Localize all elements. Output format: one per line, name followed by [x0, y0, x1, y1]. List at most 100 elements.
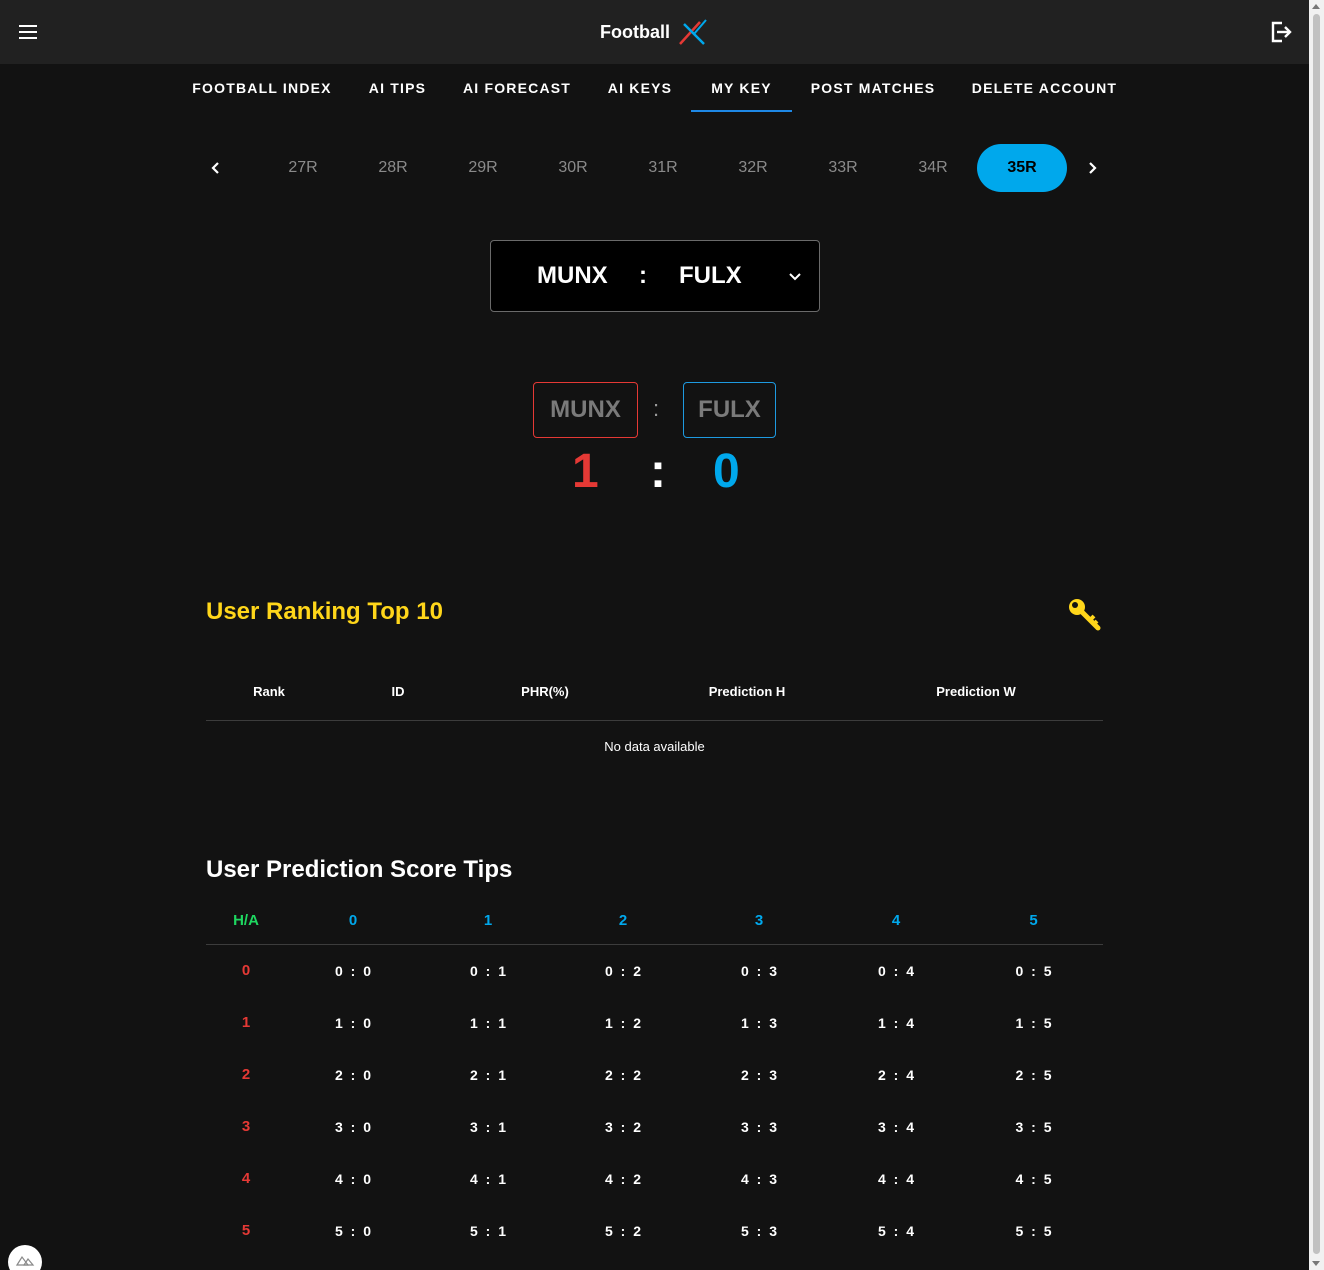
table-row: 5 5 : 05 : 15 : 25 : 35 : 45 : 5: [206, 1205, 1103, 1257]
score-tips-body: 00 : 00 : 10 : 20 : 30 : 40 : 511 : 01 :…: [206, 945, 1103, 1257]
score-tip-cell[interactable]: 5 : 4: [828, 1205, 966, 1257]
key-button[interactable]: [1066, 596, 1102, 632]
logout-button[interactable]: [1266, 18, 1294, 46]
away-team-box: FULX: [683, 382, 776, 438]
tips-away-goals-header: 5: [1029, 912, 1040, 929]
round-34r[interactable]: 34R: [888, 144, 978, 192]
score-tip-cell[interactable]: 3 : 3: [692, 1101, 828, 1153]
tips-away-goals-header: 3: [754, 912, 766, 929]
match-select[interactable]: MUNX : FULX: [490, 240, 820, 312]
score-tip-cell[interactable]: 0 : 3: [692, 945, 828, 997]
app-logo[interactable]: Football: [600, 18, 720, 48]
tips-title: User Prediction Score Tips: [206, 856, 513, 883]
score-tip-cell[interactable]: 5 : 1: [422, 1205, 556, 1257]
col-rank[interactable]: Rank: [206, 664, 332, 720]
score-tip-cell[interactable]: 5 : 0: [286, 1205, 422, 1257]
next-round-button[interactable]: [1080, 156, 1104, 180]
score-tip-cell[interactable]: 0 : 1: [422, 945, 556, 997]
score-tip-cell[interactable]: 3 : 0: [286, 1101, 422, 1153]
score-tip-cell[interactable]: 3 : 5: [966, 1101, 1103, 1153]
table-row: 2 2 : 02 : 12 : 22 : 32 : 42 : 5: [206, 1049, 1103, 1101]
round-selector: 27R 28R 29R 30R 31R 32R 33R 34R 35R: [0, 144, 1309, 192]
score-tip-cell[interactable]: 4 : 4: [828, 1153, 966, 1205]
round-30r[interactable]: 30R: [528, 144, 618, 192]
score-tip-cell[interactable]: 5 : 3: [692, 1205, 828, 1257]
score-tips-table: H/A 0 1 2 3 4 5 0 0 : 00 : 10 : 20 : 30 : 40 : …: [206, 897, 1103, 1257]
score-tip-cell[interactable]: 3 : 2: [556, 1101, 692, 1153]
col-id[interactable]: ID: [332, 664, 464, 720]
round-32r[interactable]: 32R: [708, 144, 798, 192]
score-tip-cell[interactable]: 2 : 4: [828, 1049, 966, 1101]
score-tip-cell[interactable]: 1 : 1: [422, 997, 556, 1049]
round-27r[interactable]: 27R: [258, 144, 348, 192]
score-tip-cell[interactable]: 5 : 5: [966, 1205, 1103, 1257]
tab-ai-tips[interactable]: AI TIPS: [350, 64, 445, 112]
score-tip-cell[interactable]: 2 : 5: [966, 1049, 1103, 1101]
score-tip-cell[interactable]: 4 : 1: [422, 1153, 556, 1205]
scroll-down-icon[interactable]: [1312, 1261, 1320, 1266]
tips-home-goals-header: 1: [241, 1014, 251, 1031]
score-tip-cell[interactable]: 2 : 3: [692, 1049, 828, 1101]
menu-button[interactable]: [14, 20, 42, 44]
hamburger-icon-line: [19, 37, 37, 39]
tab-my-key[interactable]: MY KEY: [691, 64, 792, 112]
score-tip-cell[interactable]: 1 : 2: [556, 997, 692, 1049]
tips-away-goals-header: 4: [891, 912, 903, 929]
round-28r[interactable]: 28R: [348, 144, 438, 192]
score-tip-cell[interactable]: 0 : 4: [828, 945, 966, 997]
tab-ai-keys[interactable]: AI KEYS: [589, 64, 691, 112]
chevron-down-icon: [789, 273, 801, 281]
tab-ai-forecast[interactable]: AI FORECAST: [445, 64, 589, 112]
round-35r[interactable]: 35R: [977, 144, 1067, 192]
score-tip-cell[interactable]: 0 : 0: [286, 945, 422, 997]
scroll-up-icon[interactable]: [1312, 4, 1320, 9]
hamburger-icon: [19, 25, 37, 27]
scrollbar-thumb[interactable]: [1313, 14, 1320, 1254]
match-select-away: FULX: [679, 262, 742, 289]
score-tip-cell[interactable]: 4 : 5: [966, 1153, 1103, 1205]
logout-icon: [1271, 21, 1292, 43]
score-tip-cell[interactable]: 1 : 0: [286, 997, 422, 1049]
tips-away-goals-header: 1: [483, 912, 495, 929]
col-phr[interactable]: PHR(%): [464, 664, 626, 720]
score-tip-cell[interactable]: 4 : 3: [692, 1153, 828, 1205]
col-prediction-w[interactable]: Prediction W: [868, 664, 1084, 720]
round-33r[interactable]: 33R: [798, 144, 888, 192]
team-separator: :: [653, 396, 660, 421]
page-scrollbar[interactable]: [1309, 0, 1324, 1270]
table-row: 3 3 : 03 : 13 : 23 : 33 : 43 : 5: [206, 1101, 1103, 1153]
tab-post-matches[interactable]: POST MATCHES: [792, 64, 954, 112]
key-icon: [1069, 599, 1101, 631]
score-tip-cell[interactable]: 0 : 2: [556, 945, 692, 997]
tab-football-index[interactable]: FOOTBALL INDEX: [174, 64, 350, 112]
score-tip-cell[interactable]: 2 : 2: [556, 1049, 692, 1101]
score-tip-cell[interactable]: 1 : 3: [692, 997, 828, 1049]
score-tip-cell[interactable]: 2 : 1: [422, 1049, 556, 1101]
tips-home-goals-header: 2: [241, 1066, 251, 1083]
score-tip-cell[interactable]: 4 : 0: [286, 1153, 422, 1205]
tab-delete-account[interactable]: DELETE ACCOUNT: [954, 64, 1135, 112]
tips-home-goals-header: 3: [241, 1118, 251, 1135]
match-select-separator: :: [639, 262, 647, 289]
score-tip-cell[interactable]: 3 : 1: [422, 1101, 556, 1153]
round-31r[interactable]: 31R: [618, 144, 708, 192]
round-29r[interactable]: 29R: [438, 144, 528, 192]
score-tip-cell[interactable]: 4 : 2: [556, 1153, 692, 1205]
col-prediction-h[interactable]: Prediction H: [626, 664, 868, 720]
score-tip-cell[interactable]: 3 : 4: [828, 1101, 966, 1153]
score-tip-cell[interactable]: 1 : 4: [828, 997, 966, 1049]
score-tip-cell[interactable]: 1 : 5: [966, 997, 1103, 1049]
score-tip-cell[interactable]: 0 : 5: [966, 945, 1103, 997]
logo-x-icon: [679, 19, 707, 45]
score-tip-cell[interactable]: 2 : 0: [286, 1049, 422, 1101]
ranking-title: User Ranking Top 10: [206, 598, 443, 625]
prev-round-button[interactable]: [204, 156, 228, 180]
tips-corner-label: H/A: [233, 912, 259, 929]
page: Football FOOTBALL INDEX AI TIPS AI FOREC…: [0, 0, 1309, 1270]
score-tip-cell[interactable]: 5 : 2: [556, 1205, 692, 1257]
dev-tools-badge[interactable]: [8, 1245, 42, 1270]
ranking-table-header: Rank ID PHR(%) Prediction H Prediction W: [206, 664, 1103, 721]
table-row: 4 4 : 04 : 14 : 24 : 34 : 44 : 5: [206, 1153, 1103, 1205]
chevron-left-icon: [211, 162, 219, 174]
match-select-home: MUNX: [537, 262, 608, 289]
